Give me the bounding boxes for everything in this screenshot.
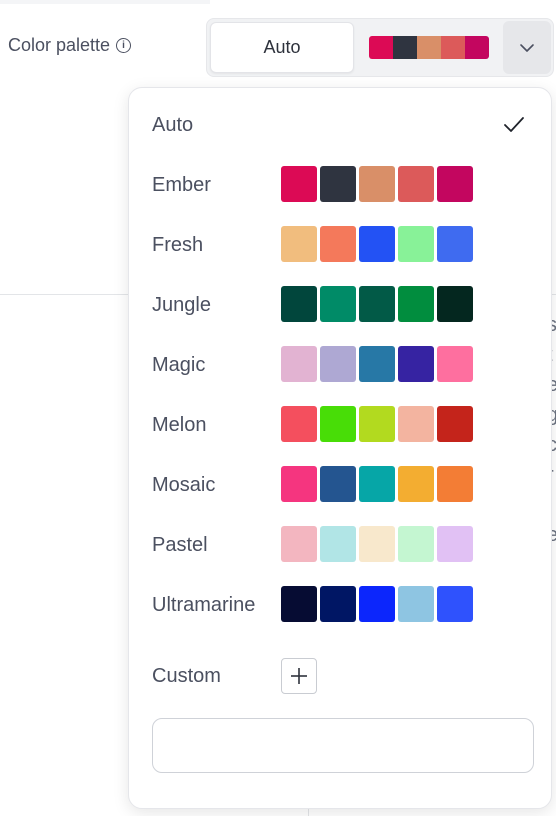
color-swatch xyxy=(281,586,317,622)
color-swatch xyxy=(359,286,395,322)
palette-swatches xyxy=(281,406,473,442)
palette-option-label: Fresh xyxy=(152,233,204,256)
palette-dropdown-toggle[interactable] xyxy=(503,21,551,74)
settings-page: stegcre Color palette i Auto AutoEmberFr… xyxy=(0,0,556,816)
auto-palette-label: Auto xyxy=(263,37,301,57)
color-swatch xyxy=(281,406,317,442)
palette-option-mosaic[interactable]: Mosaic xyxy=(129,460,553,510)
palette-swatches xyxy=(281,226,473,262)
info-icon[interactable]: i xyxy=(116,38,132,53)
palette-option-magic[interactable]: Magic xyxy=(129,340,553,390)
preview-color-swatch xyxy=(369,36,393,59)
palette-swatches xyxy=(281,346,473,382)
color-swatch xyxy=(398,166,434,202)
color-swatch xyxy=(320,406,356,442)
color-swatch xyxy=(359,166,395,202)
color-swatch xyxy=(320,526,356,562)
color-swatch xyxy=(437,466,473,502)
color-swatch xyxy=(437,286,473,322)
color-swatch xyxy=(281,346,317,382)
palette-dropdown-menu: Auto Ember Fresh Jungle Magic Melon Mosaic Past… xyxy=(128,87,552,809)
preview-color-swatch xyxy=(417,36,441,59)
color-swatch xyxy=(437,526,473,562)
color-swatch xyxy=(359,346,395,382)
palette-swatches xyxy=(281,466,473,502)
color-swatch xyxy=(398,586,434,622)
color-swatch xyxy=(320,226,356,262)
color-swatch xyxy=(437,406,473,442)
color-swatch xyxy=(320,286,356,322)
palette-swatches xyxy=(281,526,473,562)
color-swatch xyxy=(281,526,317,562)
color-swatch xyxy=(398,466,434,502)
color-swatch xyxy=(437,586,473,622)
color-palette-label: Color palette xyxy=(8,35,111,55)
top-strip xyxy=(0,0,556,4)
color-swatch xyxy=(320,586,356,622)
palette-swatches xyxy=(281,286,473,322)
color-swatch xyxy=(281,226,317,262)
color-swatch xyxy=(359,586,395,622)
checkmark-icon xyxy=(504,117,524,132)
palette-option-label: Ultramarine xyxy=(152,593,256,616)
preview-color-swatch xyxy=(465,36,489,59)
palette-option-label: Melon xyxy=(152,413,207,436)
preview-color-swatch xyxy=(441,36,465,59)
color-swatch xyxy=(398,526,434,562)
palette-option-label: Magic xyxy=(152,353,206,376)
preview-color-swatch xyxy=(393,36,417,59)
add-custom-palette-button[interactable] xyxy=(281,658,317,694)
custom-palette-label: Custom xyxy=(152,664,221,687)
palette-selector: Auto xyxy=(206,18,554,77)
color-swatch xyxy=(398,226,434,262)
color-swatch xyxy=(437,166,473,202)
palette-option-label: Mosaic xyxy=(152,473,216,496)
palette-option-melon[interactable]: Melon xyxy=(129,400,553,450)
palette-option-label: Jungle xyxy=(152,293,211,316)
color-swatch xyxy=(398,346,434,382)
color-swatch xyxy=(281,466,317,502)
color-swatch xyxy=(359,226,395,262)
plus-icon xyxy=(291,668,307,684)
color-swatch xyxy=(437,226,473,262)
color-swatch xyxy=(281,166,317,202)
auto-palette-button[interactable]: Auto xyxy=(210,22,354,73)
palette-swatches xyxy=(281,586,473,622)
palette-option-auto[interactable]: Auto xyxy=(129,100,553,150)
custom-palette-input[interactable] xyxy=(152,718,534,773)
color-swatch xyxy=(359,526,395,562)
chevron-down-icon xyxy=(520,43,534,52)
palette-swatches xyxy=(281,166,473,202)
color-swatch xyxy=(437,346,473,382)
color-swatch xyxy=(320,346,356,382)
color-swatch xyxy=(359,406,395,442)
color-swatch xyxy=(281,286,317,322)
color-swatch xyxy=(359,466,395,502)
palette-option-label: Pastel xyxy=(152,533,208,556)
palette-option-ember[interactable]: Ember xyxy=(129,160,553,210)
color-swatch xyxy=(320,466,356,502)
color-swatch xyxy=(398,286,434,322)
selected-palette-preview[interactable] xyxy=(369,36,489,59)
palette-option-pastel[interactable]: Pastel xyxy=(129,520,553,570)
color-palette-label-row: Color palette i xyxy=(8,35,132,56)
palette-option-label: Ember xyxy=(152,173,211,196)
palette-option-fresh[interactable]: Fresh xyxy=(129,220,553,270)
palette-option-label: Auto xyxy=(152,113,194,136)
color-swatch xyxy=(398,406,434,442)
palette-option-ultramarine[interactable]: Ultramarine xyxy=(129,580,553,630)
color-swatch xyxy=(320,166,356,202)
palette-option-jungle[interactable]: Jungle xyxy=(129,280,553,330)
